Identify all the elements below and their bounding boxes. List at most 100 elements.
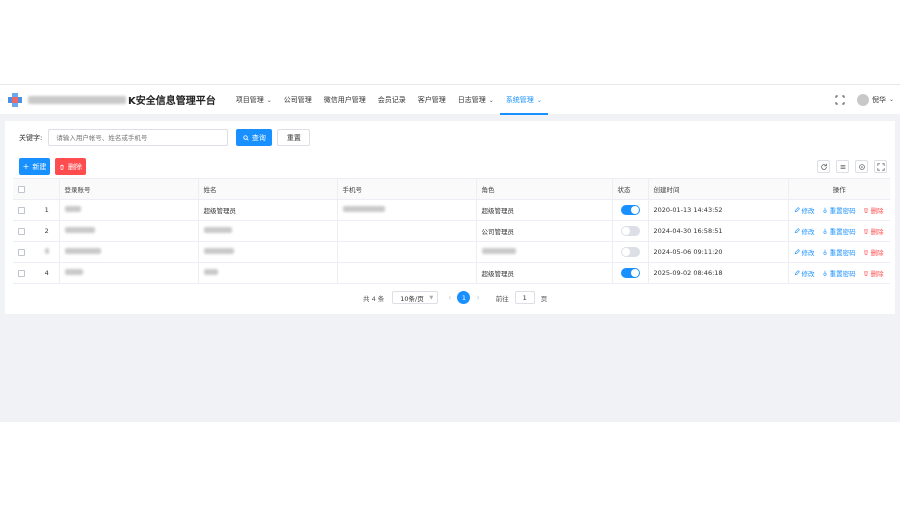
edit-icon <box>794 228 800 234</box>
delete-link[interactable]: 删除 <box>863 268 884 278</box>
user-area: 倪华 ⌄ <box>835 93 894 106</box>
edit-icon <box>794 207 800 213</box>
redacted-text <box>44 248 49 254</box>
cell-created-time: 2025-09-02 08:46:18 <box>647 262 788 284</box>
table-row: 4 超级管理员 2025-09-02 08:46:18 修改 重置密码 删除 <box>13 262 890 284</box>
fullscreen-table-button[interactable] <box>874 160 887 173</box>
cell-phone <box>336 220 476 242</box>
add-button[interactable]: + 新建 <box>19 158 50 175</box>
redacted-text <box>481 248 516 254</box>
refresh-button[interactable] <box>817 160 830 173</box>
nav-item-logs[interactable]: 日志管理 ⌄ <box>452 85 500 115</box>
edit-link[interactable]: 修改 <box>794 268 815 278</box>
chevron-down-icon[interactable]: ⌄ <box>889 96 894 103</box>
redacted-text <box>203 248 234 254</box>
table-row: 2024-05-06 09:11:20 修改 重置密码 删除 <box>13 241 890 263</box>
content-card: 关键字: 查询 重置 + 新建 删除 <box>5 121 895 314</box>
search-icon <box>243 134 249 141</box>
status-toggle[interactable] <box>620 205 640 215</box>
checkbox[interactable] <box>18 269 25 277</box>
delete-button-label: 删除 <box>68 162 82 171</box>
query-button[interactable]: 查询 <box>236 129 273 146</box>
redacted-text <box>64 269 83 275</box>
fullscreen-icon[interactable] <box>835 95 845 105</box>
keyword-input[interactable] <box>48 129 229 146</box>
top-navigation-bar: K安全信息管理平台 项目管理 ⌄ 公司管理 微信用户管理 会员记录 客户管理 日志… <box>0 84 900 115</box>
status-toggle[interactable] <box>620 247 640 257</box>
nav-item-customers[interactable]: 客户管理 <box>412 85 452 115</box>
header-phone: 手机号 <box>336 178 476 200</box>
header-name: 姓名 <box>197 178 337 200</box>
row-index: 4 <box>35 262 59 284</box>
table-row: 2 公司管理员 2024-04-30 16:58:51 修改 重置密码 删除 <box>13 220 890 242</box>
delete-link[interactable]: 删除 <box>863 205 884 215</box>
row-select[interactable] <box>13 220 35 242</box>
trash-icon <box>863 271 868 276</box>
row-select[interactable] <box>13 262 35 284</box>
page-number-current[interactable]: 1 <box>457 291 471 304</box>
reset-button[interactable]: 重置 <box>277 129 311 146</box>
nav-item-membership[interactable]: 会员记录 <box>372 85 412 115</box>
page-size-select[interactable]: 10条/页 ▼ <box>392 291 439 304</box>
main-nav: 项目管理 ⌄ 公司管理 微信用户管理 会员记录 客户管理 日志管理 ⌄ 系统管理 ⌄ <box>230 85 548 115</box>
nav-item-companies[interactable]: 公司管理 <box>278 85 318 115</box>
key-icon <box>823 249 827 255</box>
checkbox[interactable] <box>18 248 25 256</box>
row-select[interactable] <box>13 241 35 263</box>
nav-item-system[interactable]: 系统管理 ⌄ <box>499 85 548 115</box>
cell-actions: 修改 重置密码 删除 <box>787 220 890 242</box>
delete-button[interactable]: 删除 <box>55 158 86 175</box>
cell-role: 超级管理员 <box>475 199 612 221</box>
table-tools <box>811 160 887 173</box>
checkbox[interactable] <box>18 227 25 235</box>
checkbox[interactable] <box>18 206 25 214</box>
trash-icon <box>60 164 64 170</box>
header-created-time: 创建时间 <box>647 178 788 200</box>
cell-name <box>197 241 337 263</box>
checkbox[interactable] <box>18 185 25 193</box>
redacted-text <box>64 206 81 212</box>
nav-item-wechat-users[interactable]: 微信用户管理 <box>318 85 372 115</box>
edit-icon <box>794 249 800 255</box>
brand-logo <box>8 92 22 107</box>
goto-page-input[interactable]: 1 <box>514 291 535 304</box>
density-button[interactable] <box>836 160 849 173</box>
status-toggle[interactable] <box>620 268 640 278</box>
column-settings-button[interactable] <box>855 160 868 173</box>
cell-status <box>611 262 648 284</box>
nav-item-projects[interactable]: 项目管理 ⌄ <box>230 85 278 115</box>
cell-created-time: 2020-01-13 14:43:52 <box>647 199 788 221</box>
brand-title: K安全信息管理平台 <box>28 92 216 107</box>
edit-link[interactable]: 修改 <box>794 247 815 257</box>
row-select[interactable] <box>13 199 35 221</box>
header-index <box>35 178 59 200</box>
goto-unit: 页 <box>540 294 548 303</box>
prev-page-icon[interactable]: ‹ <box>448 293 451 302</box>
cell-status <box>611 241 648 263</box>
reset-password-link[interactable]: 重置密码 <box>822 226 856 236</box>
cell-login-account <box>58 241 198 263</box>
status-toggle[interactable] <box>620 226 640 236</box>
reset-password-link[interactable]: 重置密码 <box>822 268 856 278</box>
delete-link[interactable]: 删除 <box>863 247 884 257</box>
avatar[interactable] <box>856 93 869 106</box>
header-select-all[interactable] <box>13 178 35 200</box>
header-status: 状态 <box>611 178 648 200</box>
edit-link[interactable]: 修改 <box>794 226 815 236</box>
next-page-icon[interactable]: › <box>476 293 479 302</box>
app-background: K安全信息管理平台 项目管理 ⌄ 公司管理 微信用户管理 会员记录 客户管理 日志… <box>0 84 900 422</box>
total-count: 共 4 条 <box>363 294 385 303</box>
cell-phone <box>336 262 476 284</box>
edit-link[interactable]: 修改 <box>794 205 815 215</box>
row-index: 2 <box>35 220 59 242</box>
redacted-text <box>203 227 232 233</box>
redacted-text <box>342 206 385 212</box>
chevron-down-icon: ⌄ <box>488 96 494 104</box>
username[interactable]: 倪华 <box>872 95 886 105</box>
reset-password-link[interactable]: 重置密码 <box>822 247 856 257</box>
cell-name: 超级管理员 <box>197 199 337 221</box>
delete-link[interactable]: 删除 <box>863 226 884 236</box>
goto-label: 前往 <box>495 294 509 303</box>
reset-password-link[interactable]: 重置密码 <box>822 205 856 215</box>
gear-icon <box>858 163 865 170</box>
